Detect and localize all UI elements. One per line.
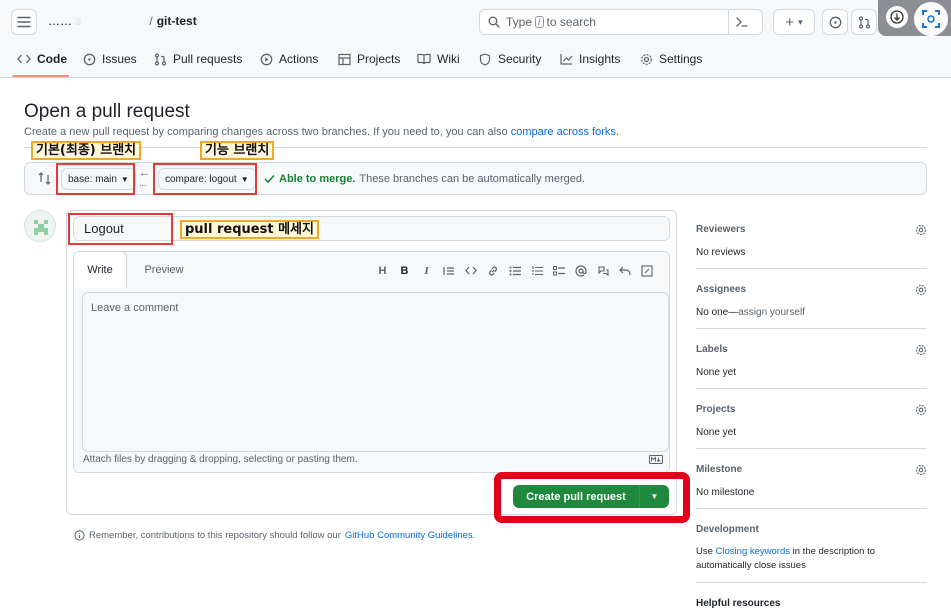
gear-icon[interactable] [915, 404, 927, 416]
markdown-icon [649, 455, 663, 464]
graph-icon [559, 52, 573, 66]
feature-branch-annotation: 기능 브랜치 [200, 141, 275, 160]
pr-message-annotation: pull request 메세지 [180, 220, 319, 239]
tab-settings[interactable]: Settings [639, 50, 702, 68]
issues-button[interactable] [822, 9, 848, 35]
merge-status: Able to merge. These branches can be aut… [264, 173, 585, 185]
tab-insights[interactable]: Insights [559, 50, 620, 68]
divider [24, 147, 927, 148]
ordered-list-icon[interactable] [530, 264, 543, 277]
attach-files-hint[interactable]: Attach files by dragging & dropping, sel… [83, 454, 358, 465]
mention-icon[interactable] [574, 264, 587, 277]
italic-button[interactable]: I [420, 264, 433, 277]
check-icon [264, 174, 275, 184]
closing-keywords-link[interactable]: Closing keywords [716, 546, 790, 557]
gear-icon[interactable] [915, 224, 927, 236]
scan-icon[interactable] [914, 2, 948, 36]
ellipsis-label: ... [139, 178, 147, 188]
sidebar-labels: Labels None yet [696, 344, 927, 389]
tab-wiki[interactable]: Wiki [417, 50, 460, 68]
undo-icon[interactable] [618, 264, 631, 277]
tab-actions[interactable]: Actions [259, 50, 318, 68]
task-list-icon[interactable] [552, 264, 565, 277]
chevron-down-icon: ▾ [798, 16, 803, 27]
code-icon [17, 52, 31, 66]
screen-capture-overlay [878, 0, 951, 36]
issue-icon [82, 52, 96, 66]
tab-projects[interactable]: Projects [337, 50, 400, 68]
pull-requests-button[interactable] [851, 9, 877, 35]
hamburger-icon [17, 16, 31, 28]
menu-button[interactable] [11, 9, 37, 35]
search-icon [488, 16, 500, 28]
search-input[interactable]: Type / to search [479, 9, 763, 35]
avatar [24, 210, 56, 242]
comment-editor: Write Preview H B I Leave a comment Atta… [73, 251, 670, 473]
tab-write[interactable]: Write [73, 251, 127, 288]
fullscreen-icon[interactable] [640, 264, 653, 277]
gear-icon[interactable] [915, 344, 927, 356]
bold-button[interactable]: B [398, 264, 411, 277]
community-guidelines-link[interactable]: GitHub Community Guidelines [345, 530, 473, 541]
create-button-highlight [494, 472, 690, 523]
comment-textarea[interactable]: Leave a comment [82, 292, 669, 452]
base-branch-highlight [56, 163, 135, 195]
play-icon [259, 52, 273, 66]
owner-link[interactable]: …… s [48, 14, 81, 28]
assign-yourself-link[interactable]: assign yourself [738, 307, 805, 318]
compare-icon [38, 172, 51, 185]
cross-reference-icon[interactable] [596, 264, 609, 277]
link-icon[interactable] [486, 264, 499, 277]
helpful-resources-heading: Helpful resources [696, 598, 781, 609]
download-icon[interactable] [886, 6, 908, 28]
search-shortcut-key: / [535, 16, 544, 28]
pull-request-icon [858, 15, 871, 29]
gear-icon [639, 52, 653, 66]
tab-pull-requests[interactable]: Pull requests [153, 50, 242, 68]
table-icon [337, 52, 351, 66]
book-icon [417, 52, 431, 66]
tab-issues[interactable]: Issues [82, 50, 137, 68]
tab-preview[interactable]: Preview [134, 252, 194, 288]
page-subtitle: Create a new pull request by comparing c… [24, 126, 619, 138]
quote-icon[interactable] [442, 264, 455, 277]
gear-icon[interactable] [915, 464, 927, 476]
repo-header: …… s / git-test Type / to search + ▾ Cod… [0, 0, 951, 78]
tab-security[interactable]: Security [478, 50, 541, 68]
breadcrumb-separator: / [149, 14, 153, 28]
create-new-button[interactable]: + ▾ [773, 9, 815, 35]
tab-code[interactable]: Code [17, 50, 67, 68]
contribution-note: Remember, contributions to this reposito… [74, 530, 475, 541]
sidebar-milestone: Milestone No milestone [696, 464, 927, 509]
issue-icon [829, 16, 842, 29]
breadcrumb: …… s / git-test [48, 14, 197, 28]
sidebar-development: Development Use Closing keywords in the … [696, 524, 927, 583]
terminal-icon [735, 16, 749, 28]
gear-icon[interactable] [915, 284, 927, 296]
sidebar-reviewers: Reviewers No reviews [696, 224, 927, 269]
shield-icon [478, 52, 492, 66]
active-tab-indicator [12, 75, 69, 77]
compare-forks-link[interactable]: compare across forks [511, 126, 616, 138]
command-palette-button[interactable] [728, 9, 754, 35]
heading-button[interactable]: H [376, 264, 389, 277]
page-title: Open a pull request [24, 101, 190, 122]
sidebar-projects: Projects None yet [696, 404, 927, 449]
unordered-list-icon[interactable] [508, 264, 521, 277]
repo-link[interactable]: git-test [157, 14, 197, 28]
compare-branch-highlight [153, 163, 257, 195]
sidebar-assignees: Assignees No one—assign yourself [696, 284, 927, 329]
code-icon[interactable] [464, 264, 477, 277]
pull-request-icon [153, 52, 167, 66]
base-branch-annotation: 기본(최종) 브랜치 [31, 141, 142, 160]
title-highlight [68, 213, 173, 245]
info-icon [74, 530, 85, 541]
